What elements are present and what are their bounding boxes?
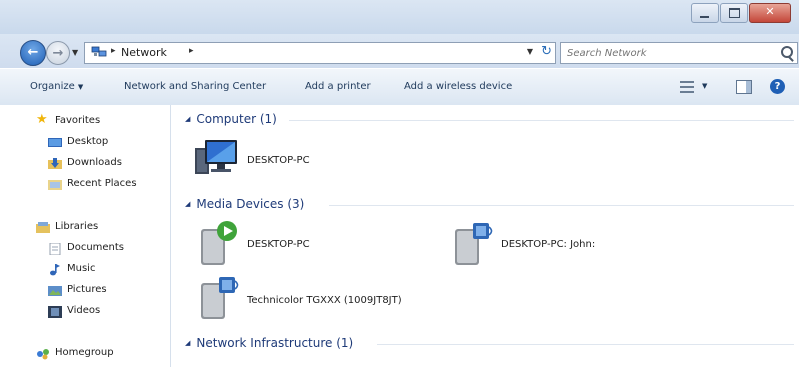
maximize-button[interactable] bbox=[720, 3, 748, 23]
sidebar-item-label: Downloads bbox=[67, 157, 122, 168]
breadcrumb-separator-icon[interactable]: ▸ bbox=[111, 46, 116, 56]
sidebar-item-label: Documents bbox=[67, 242, 125, 253]
views-dropdown-icon[interactable]: ▼ bbox=[702, 82, 707, 90]
add-printer-button[interactable]: Add a printer bbox=[305, 81, 371, 92]
help-icon[interactable]: ? bbox=[770, 79, 785, 94]
group-header-computer[interactable]: ◢ Computer (1) bbox=[185, 112, 277, 126]
collapse-triangle-icon: ◢ bbox=[185, 339, 191, 347]
documents-icon bbox=[49, 243, 61, 255]
search-box bbox=[560, 42, 798, 64]
views-icon[interactable] bbox=[680, 81, 694, 93]
address-dropdown-icon[interactable]: ▼ bbox=[527, 47, 533, 56]
sidebar-item-label: Recent Places bbox=[67, 178, 137, 189]
explorer-window: ✕ ← → ▼ ▸ Network ▸ ▼ ↻ Organize▼ Networ… bbox=[0, 0, 799, 367]
group-header-label: Media Devices (3) bbox=[196, 197, 305, 211]
search-input[interactable] bbox=[567, 45, 767, 61]
desktop-icon bbox=[48, 138, 62, 147]
media-player-icon bbox=[201, 221, 237, 265]
sidebar-item-label: Homegroup bbox=[55, 347, 114, 358]
organize-button[interactable]: Organize ▼ bbox=[30, 81, 83, 92]
sidebar-item-label: Pictures bbox=[67, 284, 107, 295]
group-header-label: Computer (1) bbox=[196, 112, 277, 126]
address-row: ← → ▼ ▸ Network ▸ ▼ ↻ bbox=[0, 34, 799, 68]
minimize-button[interactable] bbox=[691, 3, 719, 23]
organize-label: Organize bbox=[30, 81, 75, 92]
network-sharing-center-button[interactable]: Network and Sharing Center bbox=[124, 81, 266, 92]
videos-icon bbox=[48, 306, 62, 318]
device-label: DESKTOP-PC bbox=[247, 155, 310, 166]
network-icon bbox=[91, 46, 107, 57]
sidebar-item-label: Favorites bbox=[55, 115, 101, 126]
chevron-down-icon: ▼ bbox=[77, 83, 84, 91]
device-label: DESKTOP-PC: John: bbox=[501, 239, 596, 250]
navigation-pane: ★ Favorites Desktop Downloads Recent Pla… bbox=[0, 105, 171, 367]
sidebar-item-label: Videos bbox=[67, 305, 101, 316]
sidebar-item-label: Desktop bbox=[67, 136, 109, 147]
device-label: Technicolor TGXXX (1009JT8JT) bbox=[247, 295, 402, 306]
device-item[interactable]: DESKTOP-PC bbox=[199, 221, 419, 269]
device-label: DESKTOP-PC bbox=[247, 239, 310, 250]
back-button[interactable]: ← bbox=[20, 40, 46, 66]
recent-places-icon bbox=[48, 180, 62, 190]
media-server-icon bbox=[201, 277, 239, 319]
collapse-triangle-icon: ◢ bbox=[185, 200, 191, 208]
close-icon: ✕ bbox=[765, 5, 775, 18]
content-area: ◢ Computer (1) DESKTOP-PC ◢ Media Devices … bbox=[171, 105, 799, 367]
homegroup-icon bbox=[37, 349, 49, 360]
title-bar: ✕ bbox=[0, 0, 799, 34]
add-wireless-device-button[interactable]: Add a wireless device bbox=[404, 81, 512, 92]
group-divider bbox=[377, 344, 794, 345]
back-arrow-icon: ← bbox=[27, 45, 39, 60]
forward-arrow-icon: → bbox=[52, 46, 64, 61]
search-icon[interactable] bbox=[781, 46, 793, 58]
device-item[interactable]: DESKTOP-PC: John: bbox=[453, 221, 693, 269]
collapse-triangle-icon: ◢ bbox=[185, 115, 191, 123]
breadcrumb-separator-icon[interactable]: ▸ bbox=[189, 46, 194, 56]
computer-icon bbox=[195, 140, 237, 174]
media-server-icon bbox=[455, 223, 493, 265]
device-item[interactable]: Technicolor TGXXX (1009JT8JT) bbox=[199, 275, 459, 323]
sidebar-item-label: Libraries bbox=[55, 221, 99, 232]
downloads-icon bbox=[48, 158, 62, 169]
star-icon: ★ bbox=[36, 112, 48, 127]
group-header-network-infrastructure[interactable]: ◢ Network Infrastructure (1) bbox=[185, 336, 353, 350]
group-header-label: Network Infrastructure (1) bbox=[196, 336, 354, 350]
close-button[interactable]: ✕ bbox=[749, 3, 791, 23]
sidebar-item-label: Music bbox=[67, 263, 96, 274]
recent-pages-dropdown[interactable]: ▼ bbox=[72, 48, 78, 57]
group-divider bbox=[329, 205, 794, 206]
maximize-icon bbox=[729, 8, 740, 18]
address-bar[interactable]: ▸ Network ▸ ▼ ↻ bbox=[84, 42, 556, 64]
pictures-icon bbox=[48, 286, 62, 296]
preview-pane-icon[interactable] bbox=[736, 80, 752, 94]
command-bar: Organize ▼ Network and Sharing Center Add… bbox=[0, 68, 799, 106]
group-header-media-devices[interactable]: ◢ Media Devices (3) bbox=[185, 197, 304, 211]
group-divider bbox=[289, 120, 794, 121]
libraries-icon bbox=[36, 222, 50, 233]
breadcrumb-network[interactable]: Network bbox=[121, 46, 167, 59]
device-item[interactable]: DESKTOP-PC bbox=[195, 140, 395, 180]
forward-button[interactable]: → bbox=[46, 41, 70, 65]
refresh-icon[interactable]: ↻ bbox=[541, 44, 552, 59]
minimize-icon bbox=[700, 16, 709, 18]
window-controls: ✕ bbox=[690, 3, 791, 23]
music-icon bbox=[50, 264, 60, 276]
